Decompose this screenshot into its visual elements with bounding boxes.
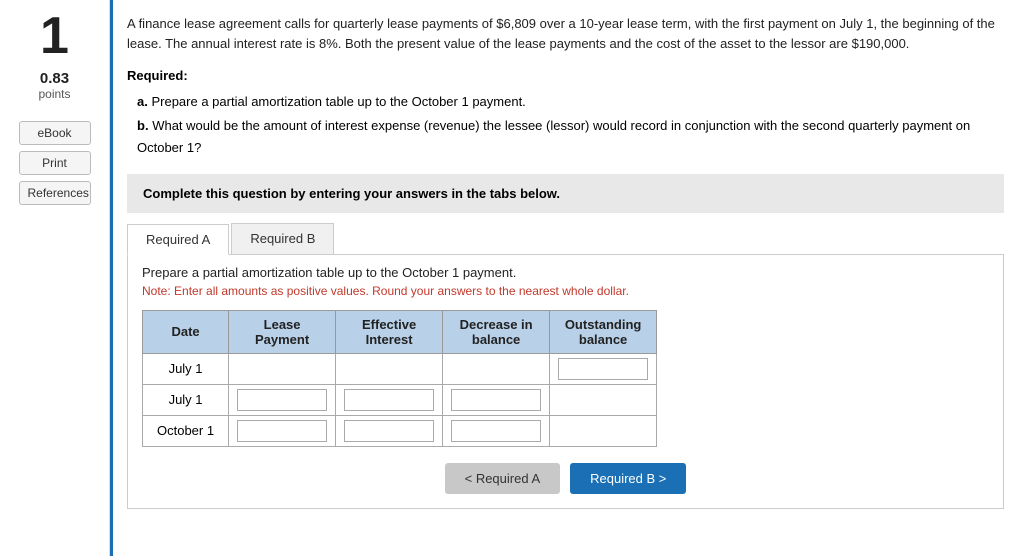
table-row: July 1	[143, 384, 657, 415]
decrease-balance-cell-2	[443, 384, 550, 415]
ebook-button[interactable]: eBook	[19, 121, 91, 145]
effective-interest-cell-3	[336, 415, 443, 446]
col-effective-interest: EffectiveInterest	[336, 310, 443, 353]
col-date: Date	[143, 310, 229, 353]
required-label: Required:	[127, 68, 1004, 83]
outstanding-balance-input-1[interactable]	[558, 358, 648, 380]
required-item-b: b. What would be the amount of interest …	[137, 115, 1004, 159]
effective-interest-cell-2	[336, 384, 443, 415]
outstanding-balance-3	[550, 415, 657, 446]
decrease-balance-input-3[interactable]	[451, 420, 541, 442]
effective-interest-1	[336, 353, 443, 384]
decrease-balance-cell-3	[443, 415, 550, 446]
item-b-text: What would be the amount of interest exp…	[137, 118, 970, 155]
lease-payment-input-3[interactable]	[237, 420, 327, 442]
lease-payment-1	[229, 353, 336, 384]
note-text: Note: Enter all amounts as positive valu…	[142, 284, 989, 298]
item-b-key: b.	[137, 118, 152, 133]
question-text: A finance lease agreement calls for quar…	[127, 14, 1004, 54]
table-row: July 1	[143, 353, 657, 384]
tab-a-content: Prepare a partial amortization table up …	[127, 255, 1004, 509]
references-button[interactable]: References	[19, 181, 91, 205]
question-number: 1	[40, 10, 69, 62]
table-row: October 1	[143, 415, 657, 446]
effective-interest-input-2[interactable]	[344, 389, 434, 411]
date-cell-1: July 1	[143, 353, 229, 384]
tab-required-b[interactable]: Required B	[231, 223, 334, 254]
lease-payment-cell-3	[229, 415, 336, 446]
item-a-text: Prepare a partial amortization table up …	[151, 94, 525, 109]
lease-payment-input-2[interactable]	[237, 389, 327, 411]
outstanding-balance-2	[550, 384, 657, 415]
tab-required-a[interactable]: Required A	[127, 224, 229, 255]
main-content: A finance lease agreement calls for quar…	[110, 0, 1024, 556]
outstanding-balance-cell-1	[550, 353, 657, 384]
required-item-a: a. Prepare a partial amortization table …	[137, 91, 1004, 113]
col-outstanding-balance: Outstandingbalance	[550, 310, 657, 353]
decrease-balance-1	[443, 353, 550, 384]
lease-payment-cell-2	[229, 384, 336, 415]
sidebar: 1 0.83 points eBook Print References	[0, 0, 110, 556]
tabs-container: Required A Required B	[127, 223, 1004, 255]
points-label: points	[38, 87, 70, 101]
col-decrease-balance: Decrease inbalance	[443, 310, 550, 353]
print-button[interactable]: Print	[19, 151, 91, 175]
nav-buttons: < Required A Required B >	[142, 463, 989, 494]
tab-description: Prepare a partial amortization table up …	[142, 265, 989, 280]
effective-interest-input-3[interactable]	[344, 420, 434, 442]
item-a-key: a.	[137, 94, 151, 109]
next-button[interactable]: Required B >	[570, 463, 686, 494]
date-cell-3: October 1	[143, 415, 229, 446]
complete-box: Complete this question by entering your …	[127, 174, 1004, 213]
complete-box-text: Complete this question by entering your …	[143, 186, 560, 201]
points-value: 0.83	[40, 70, 69, 87]
required-items: a. Prepare a partial amortization table …	[127, 91, 1004, 159]
col-lease-payment: LeasePayment	[229, 310, 336, 353]
decrease-balance-input-2[interactable]	[451, 389, 541, 411]
date-cell-2: July 1	[143, 384, 229, 415]
prev-button[interactable]: < Required A	[445, 463, 561, 494]
amortization-table: Date LeasePayment EffectiveInterest Decr…	[142, 310, 657, 447]
